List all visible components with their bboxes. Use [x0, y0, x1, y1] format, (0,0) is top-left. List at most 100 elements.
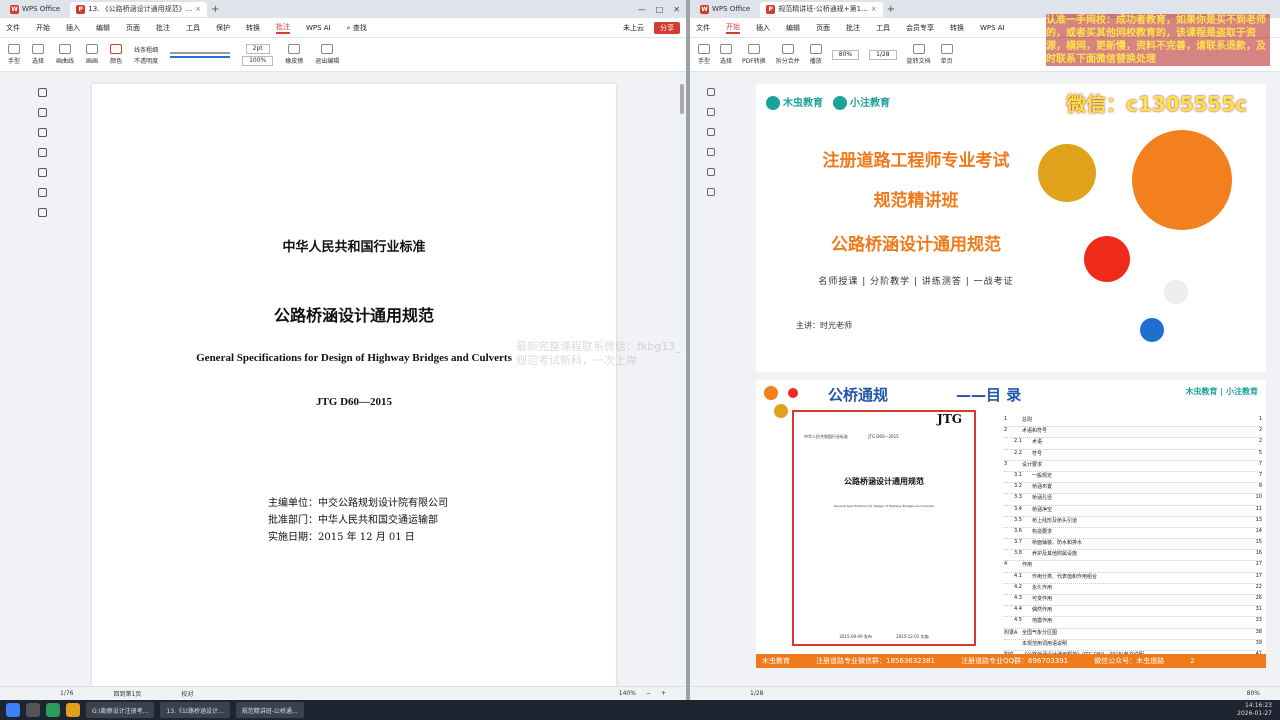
- start-menu-icon[interactable]: [6, 703, 20, 717]
- menu-insert[interactable]: 插入: [66, 23, 80, 33]
- decor-ball-red: [1084, 236, 1130, 282]
- toc-page: 15: [1255, 539, 1262, 546]
- menu-insert[interactable]: 插入: [756, 23, 770, 33]
- cloud-status[interactable]: 未上云: [623, 23, 644, 33]
- play-tool[interactable]: 播放: [809, 44, 822, 65]
- menu-start[interactable]: 开始: [36, 23, 50, 33]
- hand-tool[interactable]: 手型: [698, 44, 710, 65]
- menu-file[interactable]: 文件: [6, 23, 20, 33]
- select-tool[interactable]: 选择: [720, 44, 732, 65]
- app-green-icon[interactable]: [46, 703, 60, 717]
- menu-wps-ai[interactable]: WPS AI: [980, 24, 1005, 32]
- tab-wps-home[interactable]: W WPS Office: [4, 2, 66, 17]
- comment-icon[interactable]: [707, 148, 715, 156]
- menu-tools[interactable]: 工具: [186, 23, 200, 33]
- taskbar-app-explorer[interactable]: G:\勘察设计注册考...: [86, 702, 155, 718]
- menu-edit[interactable]: 编辑: [96, 23, 110, 33]
- decor-ball-orange: [1132, 130, 1232, 230]
- single-page-tool[interactable]: 单页: [940, 44, 953, 65]
- menu-edit[interactable]: 编辑: [786, 23, 800, 33]
- taskbar-app-slides[interactable]: 规范精讲班-公桥通...: [235, 702, 304, 718]
- attachment-icon[interactable]: [38, 168, 47, 177]
- zoom-in-icon[interactable]: +: [661, 690, 666, 697]
- search-icon[interactable]: [26, 703, 40, 717]
- menu-comment[interactable]: 批注: [156, 23, 170, 33]
- exit-edit-tool[interactable]: 退出编辑: [315, 44, 339, 65]
- zoom-value[interactable]: 140%: [619, 690, 636, 697]
- proof-button[interactable]: 校对: [181, 689, 193, 698]
- thumbnail-icon[interactable]: [707, 128, 715, 136]
- percent-input[interactable]: 100%: [242, 55, 274, 66]
- menu-convert[interactable]: 转换: [950, 23, 964, 33]
- signature-icon[interactable]: [707, 188, 715, 196]
- menu-wps-ai[interactable]: WPS AI: [306, 24, 331, 32]
- file-explorer-icon[interactable]: [66, 703, 80, 717]
- maximize-icon[interactable]: □: [656, 5, 664, 14]
- rotate-tool[interactable]: 旋转文档: [907, 44, 931, 65]
- zoom-value[interactable]: 80%: [1247, 690, 1260, 697]
- color-tool[interactable]: 颜色: [110, 44, 122, 65]
- pdf-page: 中华人民共和国行业标准 公路桥涵设计通用规范 General Specifica…: [92, 84, 616, 686]
- menu-member[interactable]: 会员专享: [906, 23, 934, 33]
- page-indicator[interactable]: 1/76: [60, 690, 73, 697]
- size-input[interactable]: 2pt: [245, 43, 270, 54]
- tab-document[interactable]: P 13. 《公路桥涵设计通用规范》... ×: [70, 1, 208, 17]
- bookmark-icon[interactable]: [38, 108, 47, 117]
- ink-tool[interactable]: 画曲线: [56, 44, 74, 65]
- book-title: 公路桥涵设计通用规范: [844, 477, 924, 486]
- page-input[interactable]: 1/28: [869, 49, 897, 60]
- close-icon[interactable]: ×: [195, 5, 201, 13]
- add-tab-icon[interactable]: +: [887, 4, 895, 15]
- minimize-icon[interactable]: —: [638, 5, 646, 14]
- search-box[interactable]: ⌕ 查找: [347, 23, 367, 33]
- close-window-icon[interactable]: ✕: [673, 5, 680, 14]
- toc-page: 2: [1258, 427, 1262, 434]
- close-icon[interactable]: ×: [871, 5, 877, 13]
- menu-start-active[interactable]: 开始: [726, 22, 740, 34]
- system-clock[interactable]: 14:16:23 2026-01-27: [1237, 702, 1280, 718]
- toc-row: 3.2 桥涵布置 8: [1004, 483, 1262, 495]
- outline-icon[interactable]: [707, 88, 715, 96]
- menu-page[interactable]: 页面: [126, 23, 140, 33]
- menu-right: 未上云 分享: [623, 21, 686, 34]
- pdf-convert[interactable]: PDF转换: [742, 44, 766, 65]
- menu-file[interactable]: 文件: [696, 23, 710, 33]
- outline-icon[interactable]: [38, 88, 47, 97]
- menu-protect[interactable]: 保护: [216, 23, 230, 33]
- menu-annotate-active[interactable]: 批注: [276, 22, 290, 34]
- layers-icon[interactable]: [38, 208, 47, 217]
- zoom-out-icon[interactable]: −: [646, 690, 651, 697]
- hand-tool[interactable]: 手型: [8, 44, 20, 65]
- split-merge[interactable]: 拆分合并: [776, 44, 800, 65]
- taskbar-app-doc[interactable]: 13.《公路桥涵设计...: [160, 702, 230, 718]
- opacity-slider[interactable]: [170, 55, 231, 58]
- tab-wps-home-right[interactable]: W WPS Office: [694, 2, 756, 17]
- vertical-scrollbar[interactable]: [680, 84, 684, 114]
- eraser-tool[interactable]: 橡皮擦: [285, 44, 303, 65]
- toc-row: 2.2 符号 5: [1004, 450, 1262, 461]
- zoom-input[interactable]: 80%: [831, 49, 860, 60]
- back-to-first-page[interactable]: 回到第1页: [113, 689, 141, 698]
- thumbnail-icon[interactable]: [38, 128, 47, 137]
- menu-comment[interactable]: 批注: [846, 23, 860, 33]
- menu-convert[interactable]: 转换: [246, 23, 260, 33]
- select-tool[interactable]: 选择: [32, 44, 44, 65]
- share-button[interactable]: 分享: [654, 21, 680, 34]
- comment-icon[interactable]: [38, 148, 47, 157]
- width-sliders[interactable]: [170, 51, 231, 58]
- tab-slides[interactable]: P 规范精讲班-公桥通规+第1... ×: [760, 1, 883, 17]
- toc-text: 桥涵布置: [1032, 484, 1053, 491]
- page-indicator[interactable]: 1/28: [750, 690, 763, 697]
- toc-page: 26: [1255, 595, 1262, 601]
- menu-tools[interactable]: 工具: [876, 23, 890, 33]
- attachment-icon[interactable]: [707, 168, 715, 176]
- toc-page: 8: [1258, 483, 1262, 490]
- bookmark-icon[interactable]: [707, 108, 715, 116]
- toc-page: 5: [1258, 449, 1262, 456]
- add-tab-icon[interactable]: +: [211, 4, 219, 15]
- book-line1: 中华人民共和国行业标准 JTG D60—2015: [804, 434, 899, 439]
- signature-icon[interactable]: [38, 188, 47, 197]
- pen-tool[interactable]: 画画: [86, 44, 98, 65]
- menu-page[interactable]: 页面: [816, 23, 830, 33]
- width-slider[interactable]: [170, 51, 231, 54]
